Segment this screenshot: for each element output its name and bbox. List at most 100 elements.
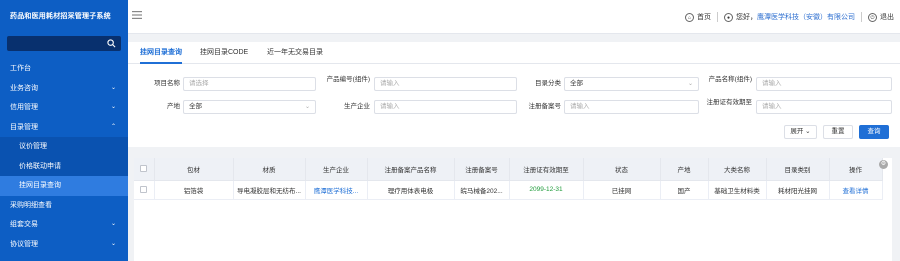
sidebar-item-catalog[interactable]: 目录管理 ⌃ xyxy=(0,118,128,138)
col-header: 目录类别 xyxy=(766,158,830,181)
app-title: 药品和医用耗材招采管理子系统 xyxy=(10,13,111,20)
col-header: 状态 xyxy=(583,158,661,181)
user-icon: ● xyxy=(724,13,733,23)
sidebar-item-label: 价格联动申请 xyxy=(19,162,61,170)
tab-no-trade[interactable]: 近一年无交易目录 xyxy=(267,42,323,64)
home-link[interactable]: ⌂ 首页 xyxy=(685,12,711,23)
expiry-date-input[interactable]: 请输入 xyxy=(756,100,892,114)
sidebar-item-label: 组套交易 xyxy=(10,221,38,228)
gear-icon[interactable]: ⚙ xyxy=(879,160,888,169)
expiry-label: 注册证有效期至 xyxy=(706,99,753,106)
registration-no-input[interactable]: 请输入 xyxy=(564,100,699,114)
greeting-text: 您好， xyxy=(736,13,757,21)
origin-label: 产地 xyxy=(167,103,180,110)
table-cell: 导电凝胶层和无纺布... xyxy=(233,180,306,200)
logout-icon: ⏻ xyxy=(868,13,877,23)
divider xyxy=(861,12,862,22)
chevron-up-icon: ⌃ xyxy=(110,123,116,130)
col-header: 材质 xyxy=(233,158,306,181)
query-button[interactable]: 查询 xyxy=(859,125,889,139)
logout-label: 退出 xyxy=(880,13,894,21)
sidebar-menu: 工作台 业务咨询 ⌄ 信用管理 ⌄ 目录管理 ⌃ 议价管理 价格联动申请 挂网目录查询… xyxy=(0,59,128,254)
table-cell: 铝箔袋 xyxy=(154,180,234,200)
product-name-label: 产品名称(组件) xyxy=(708,76,752,83)
col-header: 注册备案产品名称 xyxy=(367,158,455,181)
col-header: 生产企业 xyxy=(305,158,368,181)
top-header: ⌂ 首页 ● 您好，鹰潭医学科技（安徽）有限公司 ⏻ 退出 xyxy=(128,0,900,34)
tab-listing-query[interactable]: 挂网目录查询 xyxy=(140,42,182,64)
sidebar-item-purchase-detail[interactable]: 采购明细查看 xyxy=(0,196,128,216)
product-name-input[interactable]: 请输入 xyxy=(756,77,892,91)
filter-panel: 项目名称 请选择 产品编号(组件) 请输入 目录分类 全部 ⌄ 产品名称(组件) … xyxy=(128,64,900,147)
col-header: 注册备案号 xyxy=(454,158,510,181)
col-header: 操作 xyxy=(829,158,883,181)
sidebar-item-agreement[interactable]: 协议管理 ⌄ xyxy=(0,235,128,255)
logout-link[interactable]: ⏻ 退出 xyxy=(868,12,894,23)
sidebar: 药品和医用耗材招采管理子系统 工作台 业务咨询 ⌄ 信用管理 ⌄ 目录管理 ⌃ 议价管… xyxy=(0,0,128,261)
col-header: 产地 xyxy=(660,158,709,181)
status-badge: 已挂网 xyxy=(583,180,661,200)
project-name-label: 项目名称 xyxy=(154,80,180,87)
col-header: 注册证有效期至 xyxy=(509,158,584,181)
table-row: 铝箔袋 导电凝胶层和无纺布... 鹰潭医学科技... 理疗用体表电极 皖马械备2… xyxy=(134,180,883,200)
catalog-category-value: 全部 xyxy=(570,80,583,87)
manufacturer-link[interactable]: 鹰潭医学科技... xyxy=(305,180,368,200)
tab-bar: 挂网目录查询 挂网目录CODE 近一年无交易目录 xyxy=(128,42,900,64)
table-cell: 2099-12-31 xyxy=(509,180,584,200)
checkbox[interactable] xyxy=(140,185,148,193)
home-icon: ⌂ xyxy=(685,13,694,23)
view-details-link[interactable]: 查看详情 xyxy=(829,180,883,200)
user-name-link[interactable]: 鹰潭医学科技（安徽）有限公司 xyxy=(757,14,855,21)
expand-button[interactable]: 展开 ⌄ xyxy=(784,125,817,139)
chevron-down-icon: ⌄ xyxy=(110,104,116,110)
sidebar-item-price-link[interactable]: 价格联动申请 xyxy=(0,156,128,176)
checkbox[interactable] xyxy=(140,165,148,173)
chevron-down-icon: ⌄ xyxy=(805,128,811,135)
search-icon[interactable] xyxy=(101,36,121,51)
sidebar-item-listing-query[interactable]: 挂网目录查询 xyxy=(0,176,128,196)
sidebar-item-negotiation[interactable]: 议价管理 xyxy=(0,137,128,157)
chevron-down-icon: ⌄ xyxy=(687,81,693,87)
project-name-select[interactable]: 请选择 xyxy=(183,77,316,91)
row-checkbox[interactable] xyxy=(134,180,155,200)
table-cell: 理疗用体表电极 xyxy=(367,180,455,200)
col-header: 大类名称 xyxy=(708,158,767,181)
select-all-checkbox[interactable] xyxy=(134,158,155,181)
menu-toggle-icon[interactable] xyxy=(132,10,142,22)
sidebar-item-consult[interactable]: 业务咨询 ⌄ xyxy=(0,79,128,99)
result-table: ⚙ 包材 材质 生产企业 注册备案产品名称 注册备案号 注册证有效期至 状态 产… xyxy=(134,158,892,261)
table-cell: 基础卫生材料类 xyxy=(708,180,767,200)
sidebar-item-label: 采购明细查看 xyxy=(10,201,52,209)
table-cell: 皖马械备202... xyxy=(454,180,510,200)
product-code-input[interactable]: 请输入 xyxy=(374,77,517,91)
tab-listing-code[interactable]: 挂网目录CODE xyxy=(200,42,248,64)
sidebar-item-label: 协议管理 xyxy=(10,240,38,248)
reset-button[interactable]: 重置 xyxy=(823,125,853,139)
sidebar-item-label: 议价管理 xyxy=(19,143,47,150)
sidebar-item-label: 业务咨询 xyxy=(10,84,38,92)
manufacturer-label: 生产企业 xyxy=(344,103,370,110)
expand-button-label: 展开 xyxy=(790,128,804,135)
sidebar-search-input[interactable] xyxy=(7,36,121,51)
chevron-down-icon: ⌄ xyxy=(110,84,116,91)
col-header: 包材 xyxy=(154,158,234,181)
catalog-category-select[interactable]: 全部 ⌄ xyxy=(564,77,699,91)
sidebar-item-bundle-trade[interactable]: 组套交易 ⌄ xyxy=(0,215,128,235)
catalog-category-label: 目录分类 xyxy=(535,80,561,87)
divider xyxy=(717,12,718,22)
user-info: ● 您好，鹰潭医学科技（安徽）有限公司 xyxy=(724,12,855,23)
sidebar-item-label: 目录管理 xyxy=(10,123,38,131)
origin-value: 全部 xyxy=(189,103,202,110)
table-header-row: 包材 材质 生产企业 注册备案产品名称 注册备案号 注册证有效期至 状态 产地 … xyxy=(134,158,883,181)
sidebar-item-workbench[interactable]: 工作台 xyxy=(0,59,128,79)
origin-select[interactable]: 全部 ⌄ xyxy=(183,100,316,114)
table-cell: 耗材阳光挂网 xyxy=(766,180,830,200)
sidebar-item-credit[interactable]: 信用管理 ⌄ xyxy=(0,98,128,118)
product-code-label: 产品编号(组件) xyxy=(326,76,370,83)
chevron-down-icon: ⌄ xyxy=(110,240,116,247)
registration-no-label: 注册备案号 xyxy=(528,103,562,110)
sidebar-item-label: 工作台 xyxy=(10,65,31,72)
sidebar-item-label: 挂网目录查询 xyxy=(19,182,61,189)
manufacturer-input[interactable]: 请输入 xyxy=(374,100,517,114)
sidebar-item-label: 信用管理 xyxy=(10,104,38,111)
